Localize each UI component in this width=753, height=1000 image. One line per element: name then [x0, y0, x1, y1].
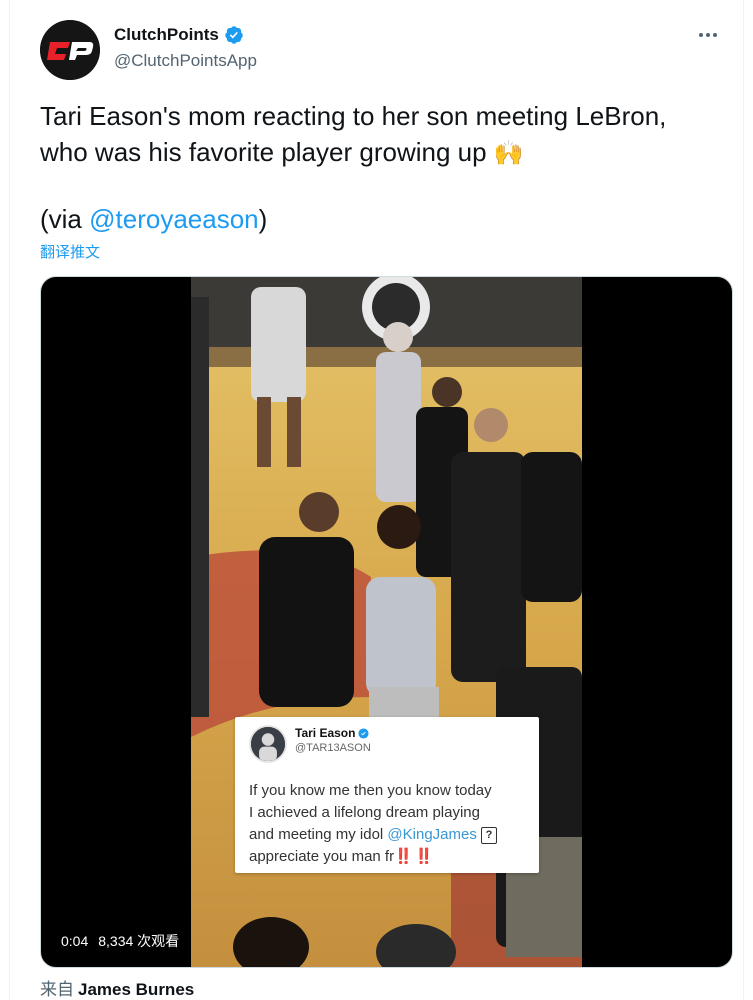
- double-exclamation-icon: ‼️ ‼️: [394, 848, 434, 865]
- video-player[interactable]: Tari Eason @TAR13ASON If you know me the…: [40, 276, 733, 968]
- author-name-row: ClutchPoints: [114, 25, 244, 45]
- author-name[interactable]: ClutchPoints: [114, 25, 219, 45]
- dot-icon: [713, 33, 717, 37]
- embedded-avatar: [249, 725, 287, 763]
- verified-badge-icon: [358, 727, 370, 739]
- author-handle[interactable]: @ClutchPointsApp: [114, 51, 257, 71]
- embedded-mention: @KingJames: [387, 826, 477, 843]
- video-stats-badge: 0:04 8,334 次观看: [53, 928, 188, 954]
- embedded-name: Tari Eason: [295, 726, 356, 740]
- dot-icon: [706, 33, 710, 37]
- more-options-button[interactable]: [695, 24, 721, 46]
- clutchpoints-logo-icon: [40, 20, 100, 80]
- embedded-text: If you know me then you know today I ach…: [249, 780, 534, 868]
- person-avatar-icon: [251, 727, 285, 761]
- embedded-line-4-text: appreciate you man fr: [249, 848, 395, 865]
- embedded-line-2: I achieved a lifelong dream playing: [249, 804, 480, 821]
- translate-tweet-link[interactable]: 翻译推文: [40, 241, 100, 262]
- from-name-link[interactable]: James Burnes: [78, 980, 194, 999]
- unknown-glyph-icon: ?: [481, 826, 498, 844]
- embedded-handle: @TAR13ASON: [295, 742, 371, 754]
- tweet-line-1: Tari Eason's mom reacting to her son mee…: [40, 101, 667, 131]
- embedded-line-3: and meeting my idol @KingJames ?: [249, 824, 534, 846]
- video-timestamp: 0:04: [61, 933, 89, 949]
- tweet-line-2: who was his favorite player growing up 🙌: [40, 134, 730, 171]
- raising-hands-emoji-icon: 🙌: [493, 139, 524, 167]
- via-line: (via @teroyaeason): [40, 201, 267, 237]
- tweet-text: Tari Eason's mom reacting to her son mee…: [40, 98, 730, 171]
- embedded-line-3-text: and meeting my idol: [249, 826, 388, 843]
- tweet-card: ClutchPoints @ClutchPointsApp Tari Eason…: [9, 0, 744, 1000]
- author-avatar[interactable]: [40, 20, 100, 80]
- via-mention-link[interactable]: @teroyaeason: [89, 204, 259, 234]
- embedded-line-1: If you know me then you know today: [249, 782, 492, 799]
- embedded-name-row: Tari Eason: [295, 726, 370, 740]
- embedded-tweet-overlay: Tari Eason @TAR13ASON If you know me the…: [235, 717, 539, 873]
- via-prefix: (via: [40, 204, 90, 234]
- video-views: 8,334 次观看: [98, 933, 180, 949]
- from-label: 来自: [40, 980, 74, 999]
- embedded-line-4: appreciate you man fr‼️ ‼️: [249, 846, 534, 868]
- from-attribution: 来自 James Burnes: [40, 975, 194, 1000]
- via-suffix: ): [258, 204, 268, 234]
- dot-icon: [699, 33, 703, 37]
- tweet-line-2-text: who was his favorite player growing up: [40, 137, 487, 167]
- verified-badge-icon: [225, 26, 243, 44]
